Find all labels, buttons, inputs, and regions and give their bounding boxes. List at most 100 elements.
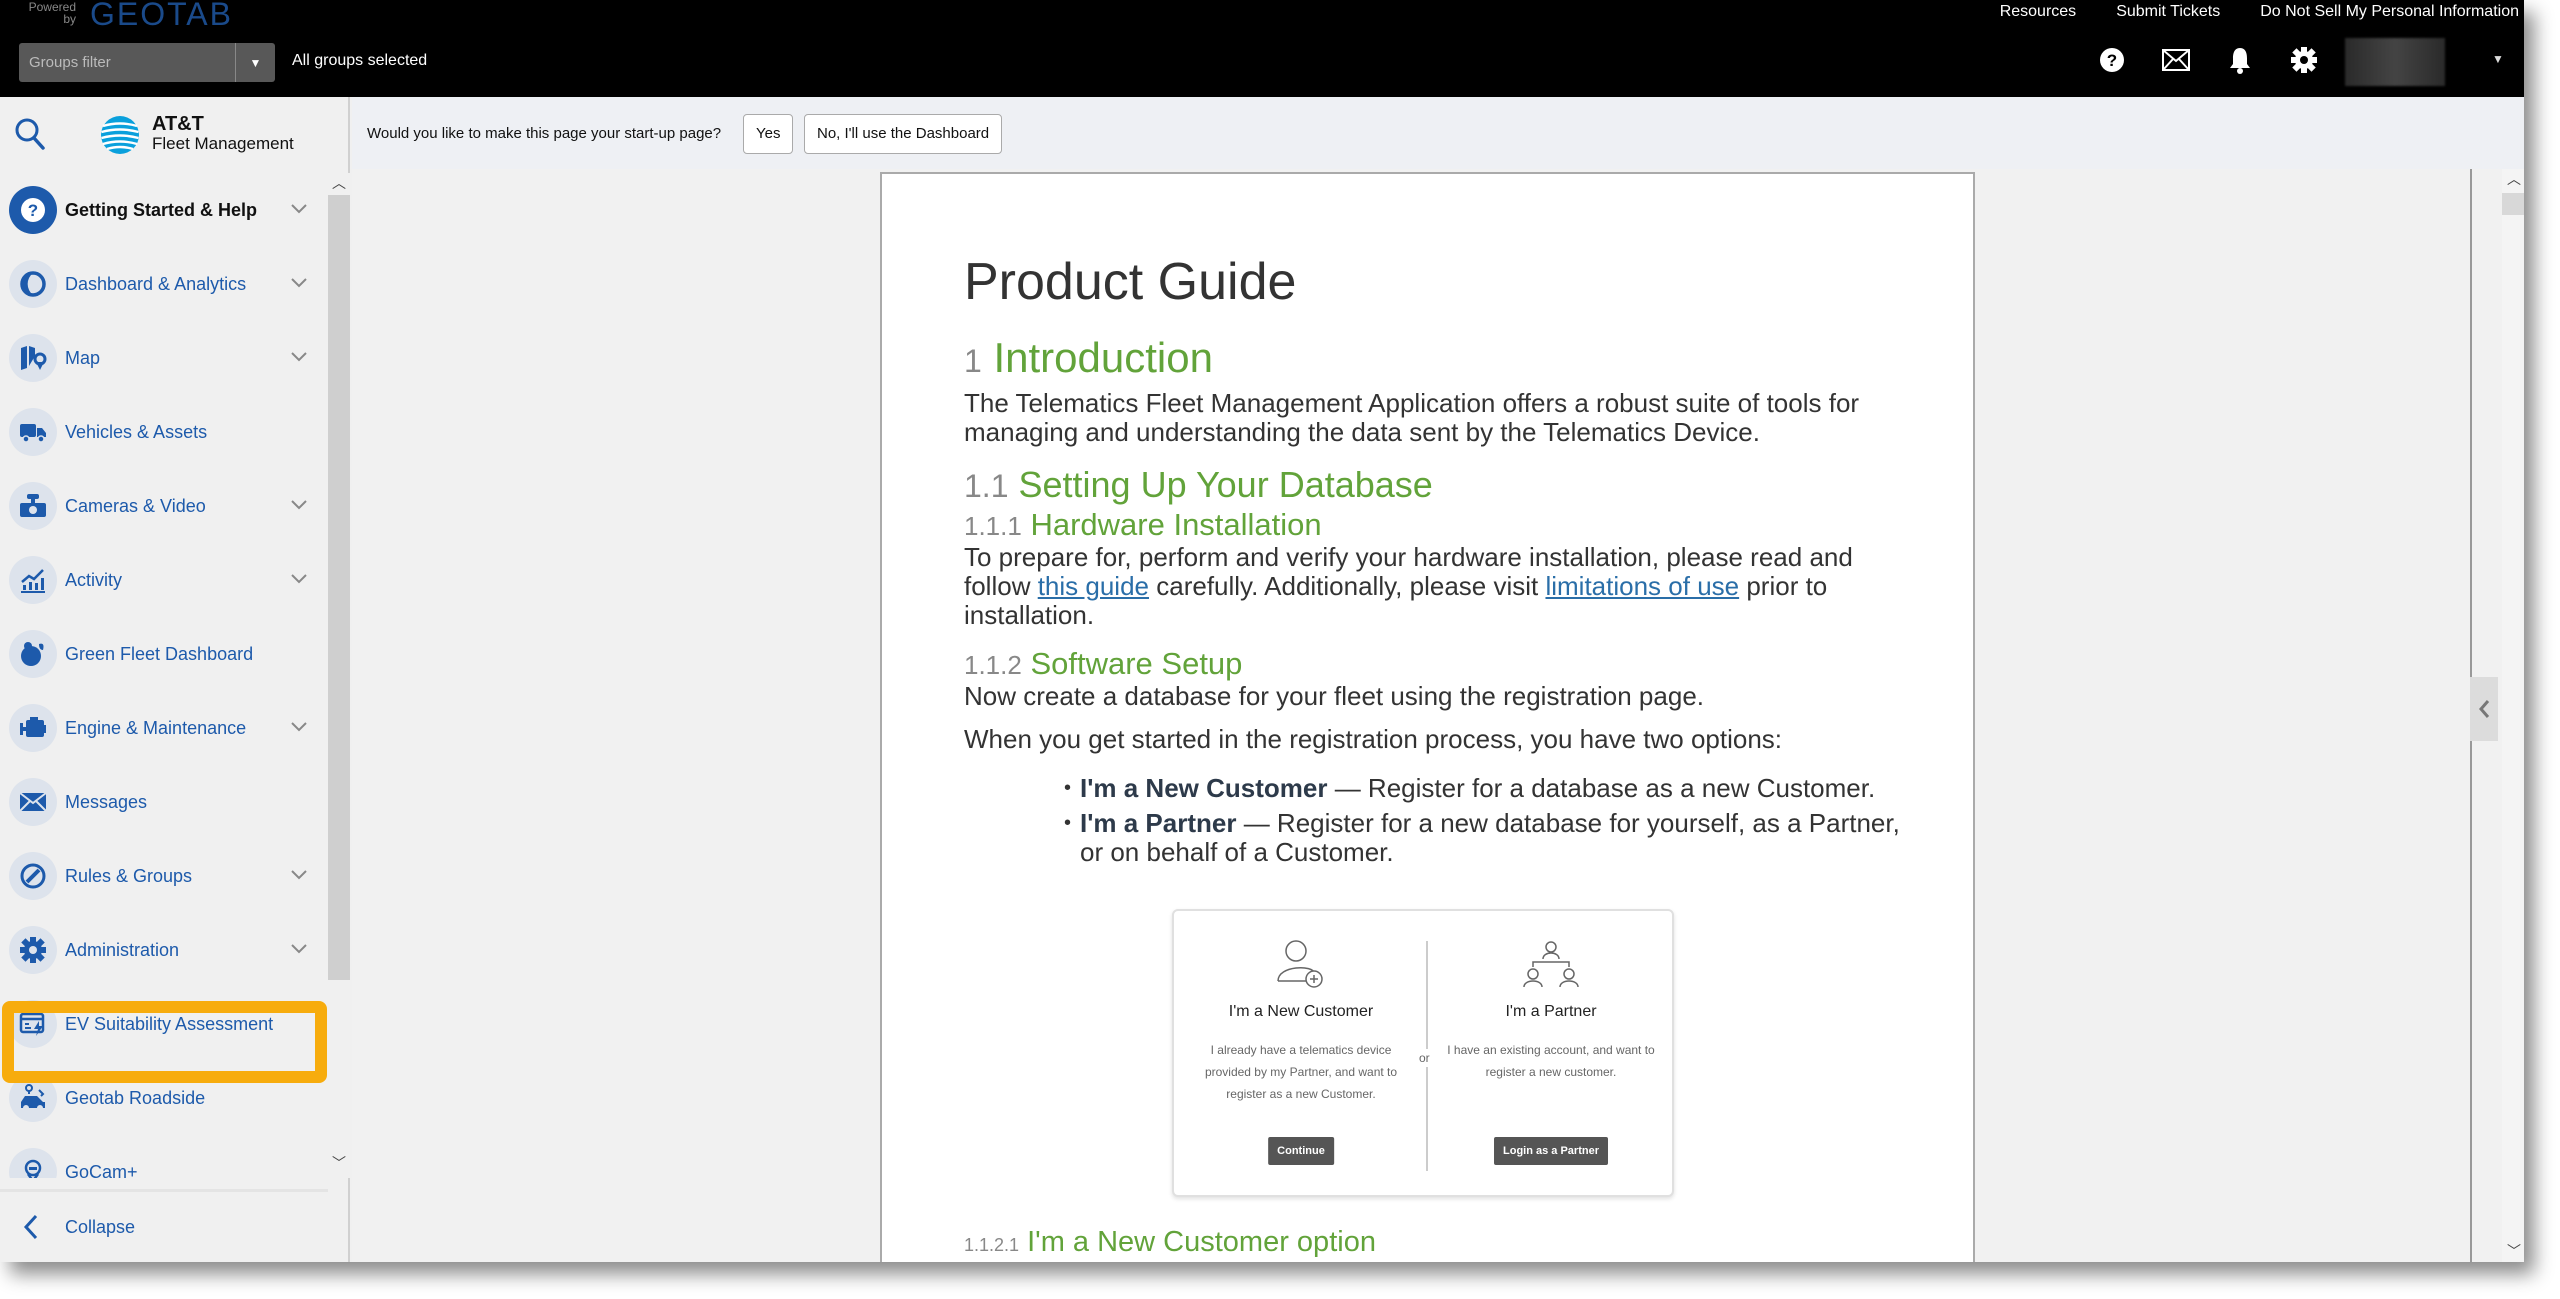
sidebar-item-gocam[interactable]: GoCam+ xyxy=(0,1135,328,1178)
document-title: Product Guide xyxy=(964,253,1297,311)
scroll-up-icon[interactable]: ︿ xyxy=(2507,169,2521,189)
startup-no-button[interactable]: No, I'll use the Dashboard xyxy=(804,114,1003,154)
scroll-up-icon[interactable]: ︿ xyxy=(332,173,346,193)
scroll-down-icon[interactable]: ﹀ xyxy=(2507,1241,2521,1261)
sidebar-item-label: Engine & Maintenance xyxy=(65,717,247,738)
top-icons: ? xyxy=(2096,44,2384,76)
sidebar-item-label: Getting Started & Help xyxy=(65,199,258,220)
section-title: Setting Up Your Database xyxy=(1018,464,1433,505)
sidebar-header: AT&T Fleet Management xyxy=(0,97,350,173)
option-text: — Register for a database as a new Custo… xyxy=(1327,773,1876,803)
list-item: I'm a Partner — Register for a new datab… xyxy=(1064,809,1904,867)
sidebar-item-engine-maintenance[interactable]: Engine & Maintenance xyxy=(0,691,328,765)
groups-status: All groups selected xyxy=(292,52,428,69)
sidebar-item-geotab-roadside[interactable]: Geotab Roadside xyxy=(0,1061,328,1135)
sidebar-item-label: Rules & Groups xyxy=(65,865,193,886)
login-as-partner-button[interactable]: Login as a Partner xyxy=(1494,1137,1608,1165)
resources-link[interactable]: Resources xyxy=(2000,3,2076,21)
sidebar-item-label: GoCam+ xyxy=(65,1161,138,1179)
sidebar-scroll-thumb[interactable] xyxy=(328,195,350,980)
chevron-down-icon[interactable] xyxy=(290,939,308,957)
geotab-logo: GEOTAB xyxy=(90,0,233,32)
sidebar-item-label: Messages xyxy=(65,791,148,812)
user-menu-caret-icon[interactable]: ▼ xyxy=(2492,52,2504,66)
sidebar-item-ev-suitability[interactable]: EV Suitability Assessment xyxy=(0,987,328,1061)
sidebar-item-dashboard-analytics[interactable]: Dashboard & Analytics xyxy=(0,247,328,321)
limitations-of-use-link[interactable]: limitations of use xyxy=(1545,571,1739,601)
sidebar-nav-list: ? Getting Started & Help Dashboard & Ana… xyxy=(0,173,328,1178)
sidebar-item-activity[interactable]: Activity xyxy=(0,543,328,617)
do-not-sell-link[interactable]: Do Not Sell My Personal Information xyxy=(2260,3,2519,21)
partner-panel: I'm a Partner I have an existing account… xyxy=(1436,911,1666,1199)
roadside-icon xyxy=(9,1074,57,1122)
camera-icon xyxy=(9,482,57,530)
help-icon[interactable]: ? xyxy=(2096,44,2128,76)
sidebar-item-administration[interactable]: Administration xyxy=(0,913,328,987)
section-title: Introduction xyxy=(993,334,1213,381)
bell-icon[interactable] xyxy=(2224,44,2256,76)
chevron-down-icon[interactable] xyxy=(290,347,308,365)
text: carefully. Additionally, please visit xyxy=(1149,571,1546,601)
option-name: I'm a New Customer xyxy=(1080,773,1328,803)
sidebar-item-label: Green Fleet Dashboard xyxy=(65,643,254,664)
or-label: or xyxy=(1419,1049,1430,1067)
document-scrollbar[interactable]: ︿ ﹀ xyxy=(2502,169,2524,1262)
sidebar-item-green-fleet[interactable]: Green Fleet Dashboard xyxy=(0,617,328,691)
startup-yes-button[interactable]: Yes xyxy=(743,114,794,154)
sidebar-item-messages[interactable]: Messages xyxy=(0,765,328,839)
this-guide-link[interactable]: this guide xyxy=(1038,571,1149,601)
section-heading-introduction: 1 Introduction xyxy=(964,334,1213,382)
chevron-down-icon[interactable] xyxy=(290,495,308,513)
continue-button[interactable]: Continue xyxy=(1268,1137,1334,1165)
sidebar-scrollbar[interactable]: ︿ ﹀ xyxy=(328,173,350,1178)
registration-options-list: I'm a New Customer — Register for a data… xyxy=(1064,774,1904,873)
sidebar-item-map[interactable]: Map xyxy=(0,321,328,395)
mail-icon[interactable] xyxy=(2160,44,2192,76)
hardware-paragraph: To prepare for, perform and verify your … xyxy=(964,543,1904,630)
rules-icon xyxy=(9,852,57,900)
chevron-down-icon[interactable] xyxy=(290,199,308,217)
groups-filter[interactable]: Groups filter ▼ xyxy=(19,43,275,82)
chevron-down-icon[interactable] xyxy=(290,569,308,587)
gear-icon[interactable] xyxy=(2288,44,2320,76)
sidebar-item-label: Vehicles & Assets xyxy=(65,421,208,442)
sidebar-item-rules-groups[interactable]: Rules & Groups xyxy=(0,839,328,913)
submit-tickets-link[interactable]: Submit Tickets xyxy=(2116,3,2220,21)
collapse-button[interactable]: Collapse xyxy=(0,1189,328,1262)
pie-chart-icon xyxy=(9,260,57,308)
new-customer-panel: I'm a New Customer I already have a tele… xyxy=(1186,911,1416,1199)
groups-filter-input[interactable]: Groups filter xyxy=(19,43,235,82)
sidebar-item-label: Activity xyxy=(65,569,123,590)
section-title: Hardware Installation xyxy=(1030,507,1322,542)
section-title: Software Setup xyxy=(1030,646,1243,681)
sidebar-item-getting-started[interactable]: ? Getting Started & Help xyxy=(0,173,328,247)
svg-text:?: ? xyxy=(28,201,38,220)
chevron-down-icon[interactable] xyxy=(290,717,308,735)
sidebar-item-label: Map xyxy=(65,347,101,368)
green-fleet-icon xyxy=(9,630,57,678)
collapse-label: Collapse xyxy=(65,1216,136,1237)
envelope-icon xyxy=(9,778,57,826)
user-name-redacted[interactable] xyxy=(2345,38,2445,86)
sidebar-item-label: Geotab Roadside xyxy=(65,1087,206,1108)
scroll-down-icon[interactable]: ﹀ xyxy=(332,1153,346,1173)
top-bar: Powered by GEOTAB Resources Submit Ticke… xyxy=(0,0,2524,97)
sidebar-item-cameras-video[interactable]: Cameras & Video xyxy=(0,469,328,543)
groups-filter-dropdown[interactable]: ▼ xyxy=(235,43,275,82)
toc-expand-button[interactable] xyxy=(2470,677,2498,741)
brand-line-2: Fleet Management xyxy=(152,134,294,153)
sidebar-item-label: Dashboard & Analytics xyxy=(65,273,247,294)
option-name: I'm a Partner xyxy=(1080,808,1237,838)
partner-description: I have an existing account, and want to … xyxy=(1447,1043,1655,1079)
document-scroll-thumb[interactable] xyxy=(2502,193,2524,215)
chevron-down-icon[interactable] xyxy=(290,865,308,883)
section-title: I'm a New Customer option xyxy=(1027,1226,1376,1258)
sidebar-item-vehicles-assets[interactable]: Vehicles & Assets xyxy=(0,395,328,469)
list-item: I'm a New Customer — Register for a data… xyxy=(1064,773,1904,804)
sidebar-item-label: Administration xyxy=(65,939,180,960)
help-circle-icon: ? xyxy=(9,186,57,234)
user-plus-icon xyxy=(1277,940,1323,988)
intro-paragraph: The Telematics Fleet Management Applicat… xyxy=(964,388,1860,447)
search-icon[interactable] xyxy=(14,117,46,156)
chevron-down-icon[interactable] xyxy=(290,273,308,291)
